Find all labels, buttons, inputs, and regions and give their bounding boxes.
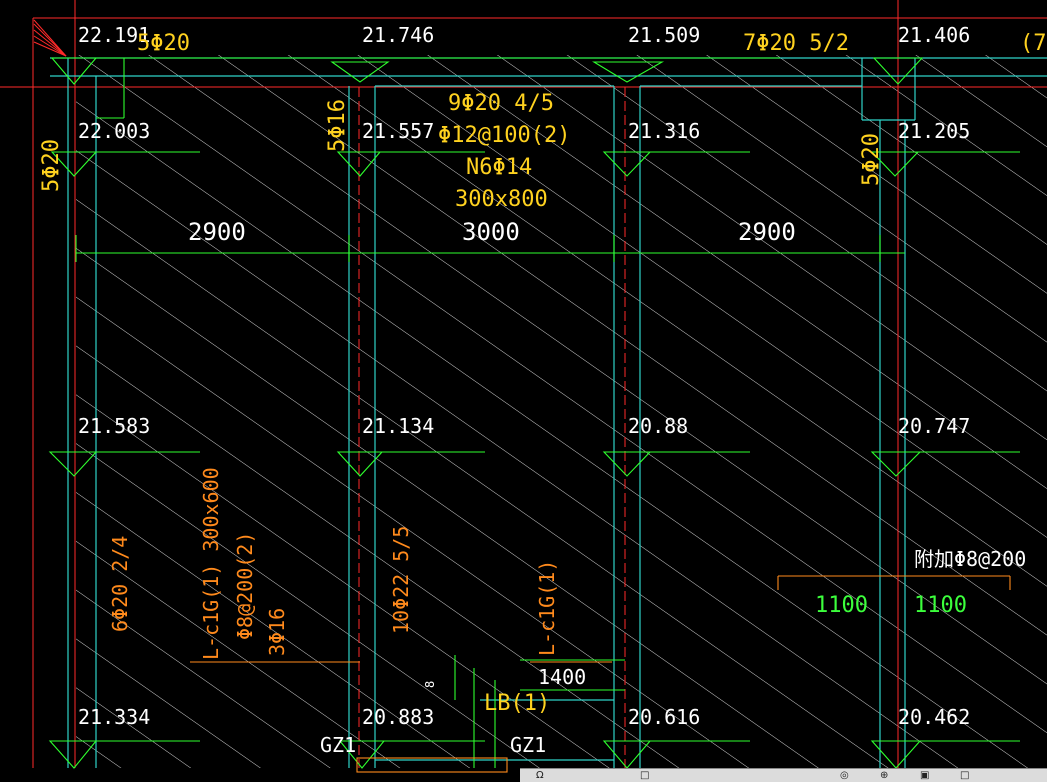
beam-label-line3: N6Φ14: [466, 155, 532, 180]
fan-marker: [33, 19, 67, 57]
elev-r1-c4: 21.406: [898, 23, 970, 47]
beam-name-label: L-c1G(1) 300x600: [199, 467, 223, 660]
small-mark: 8: [423, 681, 437, 688]
status-icon-3[interactable]: ◎: [840, 771, 849, 781]
elev-r2-c2: 21.557: [362, 119, 434, 143]
bottom-left-rebar: 6Φ20 2/4: [108, 536, 132, 632]
slab-hatch: [76, 55, 1047, 768]
elev-r4-c2: 20.883: [362, 705, 434, 729]
elev-r4-c4: 20.462: [898, 705, 970, 729]
top-rebar-left: 5Φ20: [137, 31, 190, 56]
span-2: 3000: [462, 218, 520, 246]
right-note-text: 附加Φ8@200: [914, 547, 1026, 571]
top-rebar-right: 7Φ20 5/2: [743, 31, 849, 56]
span-1: 2900: [188, 218, 246, 246]
cad-drawing-canvas[interactable]: 22.191 21.746 21.509 21.406 22.003 21.55…: [0, 0, 1047, 781]
elev-r3-c3: 20.88: [628, 414, 688, 438]
side-rebar-col2: 5Φ16: [325, 99, 350, 152]
elev-r1-c2: 21.746: [362, 23, 434, 47]
middle-rebar-label: 10Φ22 5/5: [389, 526, 413, 634]
dim-1400: 1400: [538, 665, 586, 689]
elev-r2-c1: 22.003: [78, 119, 150, 143]
status-icon-6[interactable]: □: [960, 771, 969, 781]
elev-r2-c4: 21.205: [898, 119, 970, 143]
status-icon-1[interactable]: Ω: [536, 771, 544, 781]
elev-r4-c1: 21.334: [78, 705, 150, 729]
gz-left-label: GZ1: [320, 733, 356, 757]
elev-r2-c3: 21.316: [628, 119, 700, 143]
status-icon-4[interactable]: ⊕: [880, 771, 888, 781]
status-icon-2[interactable]: □: [640, 771, 649, 781]
lb-label: LB(1): [484, 691, 550, 716]
side-rebar-col4: 5Φ20: [859, 133, 884, 186]
status-bar: Ω □ ◎ ⊕ ▣ □: [520, 768, 1047, 782]
elev-r3-c1: 21.583: [78, 414, 150, 438]
beam-name-2-label: L-c1G(1): [535, 560, 559, 656]
side-bar-label: 3Φ16: [265, 608, 289, 656]
side-rebar-left: 5Φ20: [39, 139, 64, 192]
elev-r3-c2: 21.134: [362, 414, 434, 438]
elev-r4-c3: 20.616: [628, 705, 700, 729]
right-note-dim-a: 1100: [815, 593, 868, 618]
gz-right-label: GZ1: [510, 733, 546, 757]
top-rebar-far-right: (7: [1020, 31, 1047, 56]
status-icon-5[interactable]: ▣: [920, 771, 929, 781]
beam-label-line1: 9Φ20 4/5: [448, 91, 554, 116]
stirrup-label: Φ8@200(2): [233, 532, 257, 640]
beam-label-line4: 300x800: [455, 187, 548, 212]
elev-r3-c4: 20.747: [898, 414, 970, 438]
elev-r1-c3: 21.509: [628, 23, 700, 47]
right-note-dim-b: 1100: [914, 593, 967, 618]
beam-label-line2: Φ12@100(2): [438, 123, 570, 148]
span-3: 2900: [738, 218, 796, 246]
